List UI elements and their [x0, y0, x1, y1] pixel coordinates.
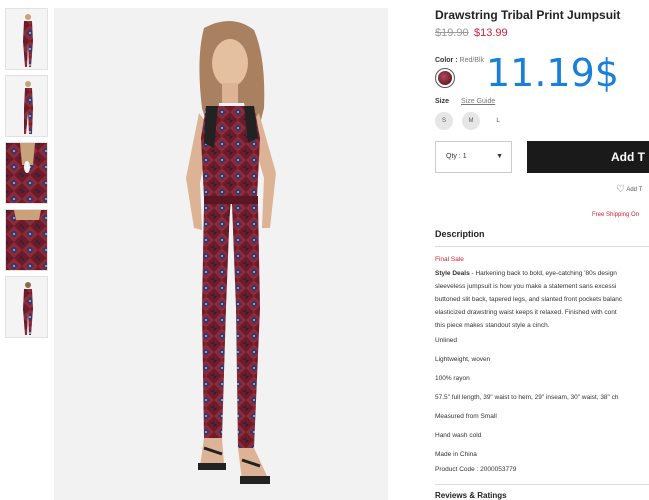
divider	[435, 246, 649, 247]
thumbnail-back-detail-image	[6, 143, 47, 203]
heart-icon: ♡	[616, 184, 625, 195]
description-line-5: this piece makes standout style a cinch.	[435, 322, 550, 329]
color-label-row: Color : Red/Blk	[435, 57, 484, 64]
product-title: Drawstring Tribal Print Jumpsuit	[435, 8, 621, 22]
detail-item: 100% rayon	[435, 375, 470, 382]
color-swatch-red-blk[interactable]	[435, 68, 455, 88]
original-price: $19.90	[435, 27, 469, 39]
thumbnail-front[interactable]	[5, 8, 48, 70]
description-line-2: sleeveless jumpsuit is how you make a st…	[435, 283, 617, 290]
thumbnail-back[interactable]	[5, 276, 48, 338]
detail-item: Unlined	[435, 337, 458, 344]
size-option-m[interactable]: M	[462, 112, 480, 130]
overlay-price-annotation: 11.19$	[486, 51, 619, 95]
quantity-value: Qty : 1	[446, 153, 467, 160]
thumbnail-side[interactable]	[5, 75, 48, 137]
description-paragraph: Style Deals - Harkening back to bold, ey…	[435, 267, 649, 332]
thumbnail-back-image	[23, 282, 33, 335]
size-option-l[interactable]: L	[489, 112, 507, 130]
detail-item: 57.5" full length, 39" waist to hem, 29"…	[435, 394, 619, 401]
add-to-wishlist[interactable]: ♡ Add T	[616, 184, 642, 195]
product-code: Product Code : 2000053779	[435, 466, 517, 473]
final-sale-label: Final Sale	[435, 256, 464, 263]
thumbnail-front-image	[23, 14, 33, 67]
sale-price: $13.99	[474, 27, 508, 39]
color-label: Color :	[435, 57, 458, 64]
divider	[435, 484, 649, 485]
add-to-bag-button[interactable]: Add T	[527, 141, 649, 173]
size-option-s[interactable]: S	[435, 112, 453, 130]
thumbnail-list	[5, 8, 49, 343]
thumbnail-back-detail[interactable]	[5, 142, 48, 204]
free-shipping-note: Free Shipping On	[592, 212, 640, 218]
wishlist-label: Add T	[626, 187, 643, 194]
thumbnail-fabric-detail-image	[6, 210, 47, 270]
description-line-1: - Harkening back to bold, eye-catching '…	[469, 270, 617, 277]
description-heading: Description	[435, 229, 485, 239]
reviews-heading[interactable]: Reviews & Ratings	[435, 491, 507, 500]
chevron-down-icon: ▼	[496, 153, 503, 160]
quantity-select[interactable]: Qty : 1 ▼	[435, 141, 512, 173]
thumbnail-side-image	[24, 81, 33, 134]
detail-item: Hand wash cold	[435, 432, 482, 439]
size-guide-link[interactable]: Size Guide	[461, 98, 495, 105]
description-line-3: buttoned slit back, tapered legs, and sl…	[435, 296, 623, 303]
color-value: Red/Blk	[459, 57, 485, 64]
detail-item: Measured from Small	[435, 413, 497, 420]
main-product-image	[54, 8, 388, 500]
size-label: Size	[435, 98, 450, 105]
description-line-4: elasticized drawstring waist keeps it re…	[435, 309, 617, 316]
style-deals-label: Style Deals	[435, 270, 470, 277]
detail-item: Lightweight, woven	[435, 356, 491, 363]
thumbnail-fabric-detail[interactable]	[5, 209, 48, 271]
detail-item: Made in China	[435, 451, 477, 458]
model-figure	[54, 8, 388, 500]
